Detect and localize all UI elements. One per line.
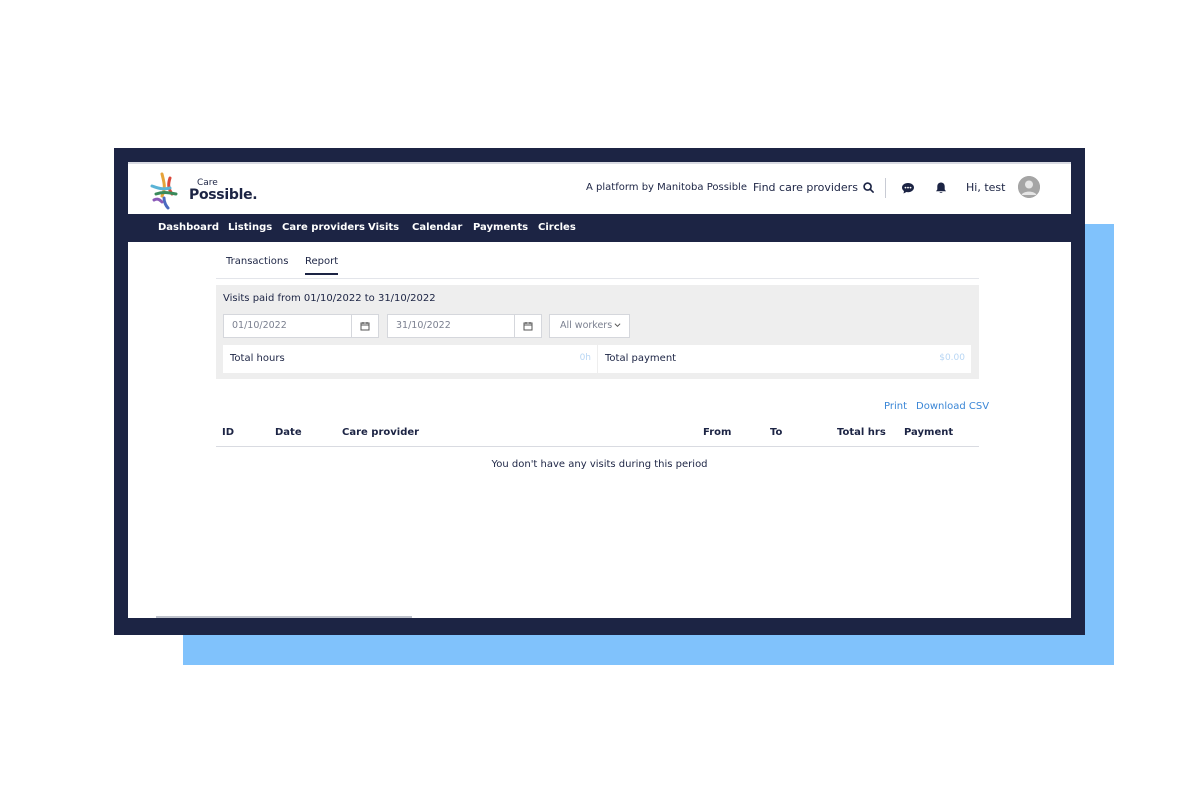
avatar-placeholder-icon <box>1018 176 1040 198</box>
total-payment-card: Total payment $0.00 <box>598 345 971 373</box>
header-divider <box>885 178 886 198</box>
column-payment: Payment <box>904 427 954 438</box>
chat-bubble-icon <box>902 183 914 194</box>
nav-payments[interactable]: Payments <box>473 222 528 233</box>
care-possible-logo[interactable]: Care Possible. <box>148 170 258 212</box>
report-filter-panel: Visits paid from 01/10/2022 to 31/10/202… <box>216 285 979 379</box>
nav-dashboard[interactable]: Dashboard <box>158 222 219 233</box>
from-date-input[interactable]: 01/10/2022 <box>223 314 352 338</box>
calendar-icon <box>360 322 370 331</box>
bell-icon <box>936 182 946 194</box>
column-id: ID <box>222 427 235 438</box>
to-date-input[interactable]: 31/10/2022 <box>387 314 515 338</box>
notifications-button[interactable] <box>934 180 950 196</box>
tab-transactions[interactable]: Transactions <box>226 256 288 273</box>
app-window: Care Possible. A platform by Manitoba Po… <box>128 162 1071 618</box>
top-header: Care Possible. A platform by Manitoba Po… <box>128 164 1071 214</box>
visits-table-header: ID Date Care provider From To Total hrs … <box>216 420 979 447</box>
logo-word-possible: Possible. <box>189 187 258 203</box>
payments-tabs: Transactions Report <box>216 248 979 279</box>
column-date: Date <box>275 427 302 438</box>
to-date-calendar-button[interactable] <box>514 314 542 338</box>
main-nav: Dashboard Listings Care providers Visits… <box>128 214 1071 242</box>
user-greeting[interactable]: Hi, test <box>966 181 1005 194</box>
search-icon <box>863 182 874 193</box>
download-csv-link[interactable]: Download CSV <box>916 401 989 412</box>
to-date-value: 31/10/2022 <box>396 320 451 331</box>
window-bottom-strip <box>156 616 412 618</box>
worker-select-value: All workers <box>560 320 613 331</box>
messages-button[interactable] <box>901 180 917 196</box>
print-link[interactable]: Print <box>884 401 907 412</box>
user-avatar[interactable] <box>1018 176 1040 198</box>
total-hours-card: Total hours 0h <box>223 345 597 373</box>
nav-calendar[interactable]: Calendar <box>412 222 462 233</box>
nav-circles[interactable]: Circles <box>538 222 576 233</box>
column-to: To <box>770 427 783 438</box>
from-date-calendar-button[interactable] <box>351 314 379 338</box>
nav-care-providers[interactable]: Care providers <box>282 222 365 233</box>
nav-listings[interactable]: Listings <box>228 222 272 233</box>
platform-tagline: A platform by Manitoba Possible <box>586 182 747 193</box>
worker-select[interactable]: All workers <box>549 314 630 338</box>
find-care-providers-button[interactable]: Find care providers <box>753 181 874 194</box>
report-period-text: Visits paid from 01/10/2022 to 31/10/202… <box>223 293 436 304</box>
empty-table-message: You don't have any visits during this pe… <box>491 459 708 470</box>
find-care-providers-label: Find care providers <box>753 181 858 194</box>
screenshot-frame: Care Possible. A platform by Manitoba Po… <box>114 148 1085 635</box>
column-care-provider: Care provider <box>342 427 420 438</box>
chevron-down-icon <box>614 315 621 337</box>
nav-visits[interactable]: Visits <box>368 222 399 233</box>
total-payment-label: Total payment <box>605 353 677 364</box>
column-total-hrs: Total hrs <box>837 427 886 438</box>
total-hours-label: Total hours <box>230 353 285 364</box>
total-hours-value: 0h <box>579 353 591 363</box>
column-from: From <box>703 427 732 438</box>
tab-report[interactable]: Report <box>305 256 339 275</box>
from-date-value: 01/10/2022 <box>232 320 287 331</box>
logo-mark-icon <box>150 172 178 210</box>
calendar-icon <box>523 322 533 331</box>
total-payment-value: $0.00 <box>939 353 965 363</box>
